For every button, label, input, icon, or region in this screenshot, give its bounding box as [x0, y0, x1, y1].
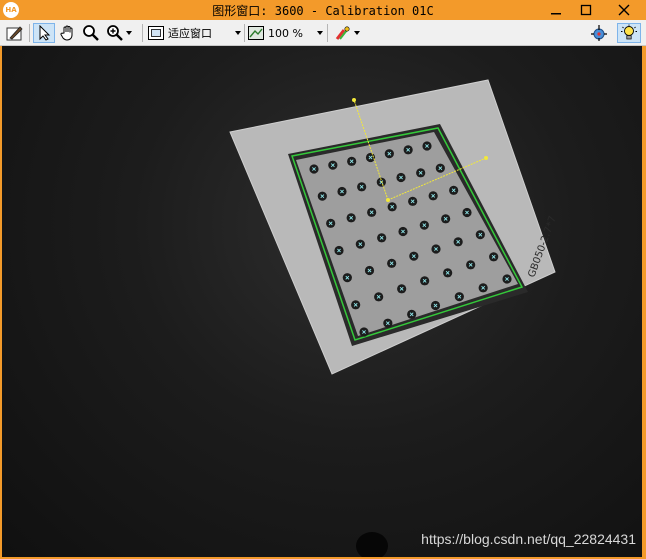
- draw-icon: [6, 26, 23, 41]
- image-canvas[interactable]: GB050-2.7*7 https://blog.csdn.net/qq_228…: [2, 46, 642, 557]
- pan-tool-button[interactable]: [57, 23, 79, 43]
- magnifier-icon: [83, 25, 99, 41]
- graphics-window: HA 图形窗口: 3600 - Calibration 01C 适应窗口 100…: [0, 0, 646, 559]
- magnify-tool-button[interactable]: [80, 23, 102, 43]
- maximize-button[interactable]: [572, 0, 600, 20]
- fit-window-select[interactable]: 适应窗口: [147, 23, 243, 43]
- toolbar-separator: [244, 24, 245, 42]
- draw-button[interactable]: [4, 23, 26, 43]
- fit-select-value: 适应窗口: [168, 27, 212, 40]
- zoom-value: 100 %: [268, 26, 303, 40]
- toolbar-separator: [29, 24, 30, 42]
- toolbar: 适应窗口 100 %: [0, 20, 646, 46]
- minimize-icon: [551, 13, 561, 15]
- title-bar[interactable]: HA 图形窗口: 3600 - Calibration 01C: [0, 0, 646, 20]
- zoom-in-icon: [107, 25, 123, 41]
- chevron-down-icon: [317, 31, 323, 35]
- color-tool-dropdown[interactable]: [331, 23, 365, 43]
- calibration-image: GB050-2.7*7: [229, 79, 559, 557]
- image-shadow: [356, 532, 388, 557]
- watermark: https://blog.csdn.net/qq_22824431: [421, 531, 636, 547]
- hand-icon: [60, 25, 73, 41]
- toolbar-separator: [142, 24, 143, 42]
- chevron-down-icon: [126, 31, 132, 35]
- maximize-icon: [580, 4, 592, 16]
- color-picker-icon: [335, 26, 350, 40]
- minimize-button[interactable]: [542, 0, 570, 20]
- pointer-tool-button[interactable]: [33, 23, 55, 43]
- close-button[interactable]: [606, 0, 642, 20]
- pointer-icon: [39, 25, 51, 41]
- lightbulb-icon: [621, 24, 637, 40]
- locate-button[interactable]: [588, 23, 610, 43]
- close-icon: [618, 4, 630, 16]
- zoom-percent-select[interactable]: 100 %: [247, 23, 325, 43]
- toolbar-separator: [327, 24, 328, 42]
- lighting-toggle-button[interactable]: [617, 23, 641, 43]
- chevron-down-icon: [354, 31, 360, 35]
- fit-window-icon: [148, 26, 164, 40]
- zoom-percent-icon: [248, 26, 264, 40]
- zoom-tool-dropdown[interactable]: [103, 23, 137, 43]
- locate-icon: [591, 25, 607, 41]
- chevron-down-icon: [235, 31, 241, 35]
